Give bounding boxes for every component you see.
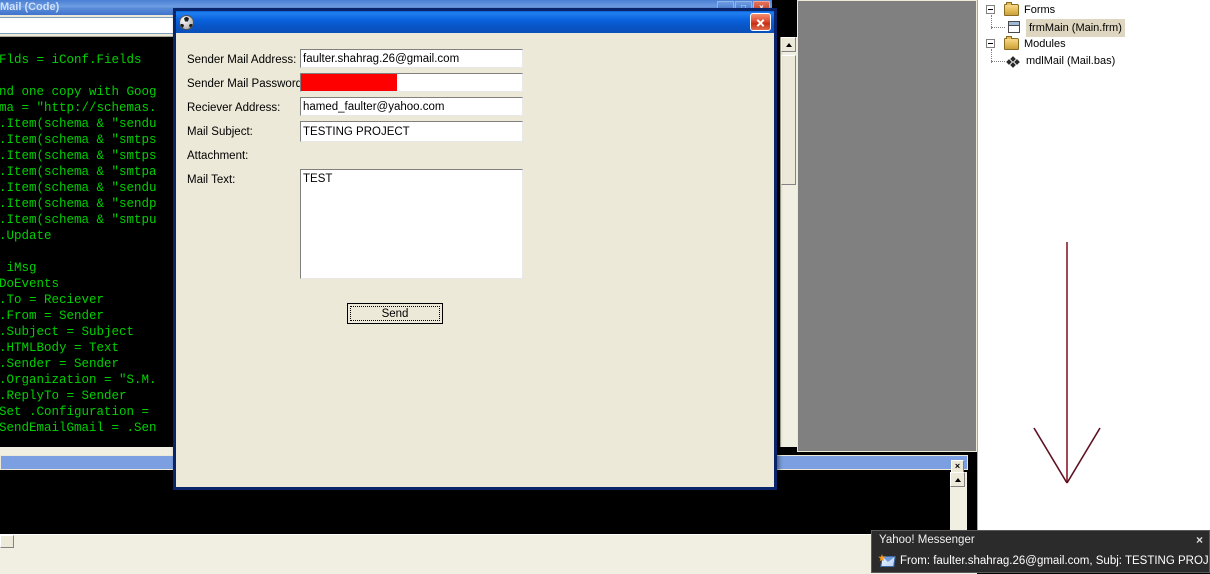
toast-body[interactable]: From: faulter.shahrag.26@gmail.com, Subj…	[872, 550, 1209, 572]
code-vertical-scrollbar[interactable]	[780, 37, 798, 447]
sender-mail-address-input[interactable]	[300, 49, 523, 68]
dialog-titlebar[interactable]	[176, 11, 774, 33]
sender-mail-address-label: Sender Mail Address:	[187, 54, 297, 66]
send-button[interactable]: Send	[347, 303, 443, 324]
mail-subject-label: Mail Subject:	[187, 126, 253, 138]
triangle-up-icon	[955, 478, 961, 482]
reciever-address-label: Reciever Address:	[187, 102, 281, 114]
folder-icon	[1004, 36, 1019, 50]
toast-close-button[interactable]: ×	[1196, 533, 1203, 548]
send-button-label: Send	[350, 306, 440, 321]
ide-bottom-strip	[0, 534, 977, 574]
form-icon	[1008, 21, 1020, 33]
toast-title: Yahoo! Messenger	[879, 534, 975, 546]
lower-window-scrollbar[interactable]	[950, 472, 967, 534]
dialog-close-button[interactable]	[750, 13, 771, 31]
scrollbar-track-lower[interactable]	[781, 272, 796, 427]
attachment-label: Attachment:	[187, 150, 249, 162]
triangle-up-icon	[786, 43, 792, 47]
tree-node-label: mdlMail (Mail.bas)	[1026, 55, 1116, 67]
tree-node-mdlmail[interactable]: mdlMail (Mail.bas)	[978, 49, 1210, 70]
module-icon	[1006, 55, 1021, 68]
mail-text-input[interactable]	[300, 169, 523, 279]
tree-node-frmmain[interactable]: frmMain (Main.frm)	[978, 15, 1210, 37]
toast-header: Yahoo! Messenger ×	[872, 531, 1209, 550]
tree-node-label: frmMain (Main.frm)	[1026, 19, 1125, 37]
mdi-background	[797, 0, 977, 452]
sender-mail-password-label: Sender Mail Password:	[187, 78, 306, 90]
tree-node-modules[interactable]: Modules	[978, 36, 1210, 53]
code-window-title: Mail (Code)	[0, 1, 60, 13]
send-mail-dialog: Sender Mail Address: Sender Mail Passwor…	[173, 8, 777, 490]
project-explorer: Forms frmMain (Main.frm) Modules mdlMail…	[977, 0, 1210, 530]
tree-line	[991, 27, 1005, 28]
new-mail-icon	[878, 554, 896, 568]
yahoo-messenger-toast: Yahoo! Messenger × From: faulter.shahrag…	[871, 530, 1210, 573]
reciever-address-input[interactable]	[300, 97, 523, 116]
mail-subject-input[interactable]	[300, 121, 523, 142]
tree-line	[991, 61, 1005, 62]
mail-text-label: Mail Text:	[187, 174, 236, 186]
tree-node-label: Forms	[1024, 4, 1056, 16]
dialog-body: Sender Mail Address: Sender Mail Passwor…	[176, 33, 774, 487]
expander-minus-icon[interactable]	[986, 39, 995, 48]
tree-node-forms[interactable]: Forms	[978, 2, 1210, 19]
scroll-up-button[interactable]	[950, 472, 965, 487]
toast-message: From: faulter.shahrag.26@gmail.com, Subj…	[900, 555, 1209, 567]
folder-icon	[1004, 2, 1019, 16]
soccer-ball-icon	[179, 14, 194, 30]
corner-cell	[0, 535, 14, 548]
expander-minus-icon[interactable]	[986, 5, 995, 14]
password-redaction-bar	[301, 74, 397, 91]
tree-node-label: Modules	[1024, 38, 1066, 50]
scroll-up-button[interactable]	[781, 37, 796, 52]
project-tree: Forms frmMain (Main.frm) Modules mdlMail…	[978, 0, 1210, 70]
scrollbar-thumb[interactable]	[781, 55, 796, 185]
